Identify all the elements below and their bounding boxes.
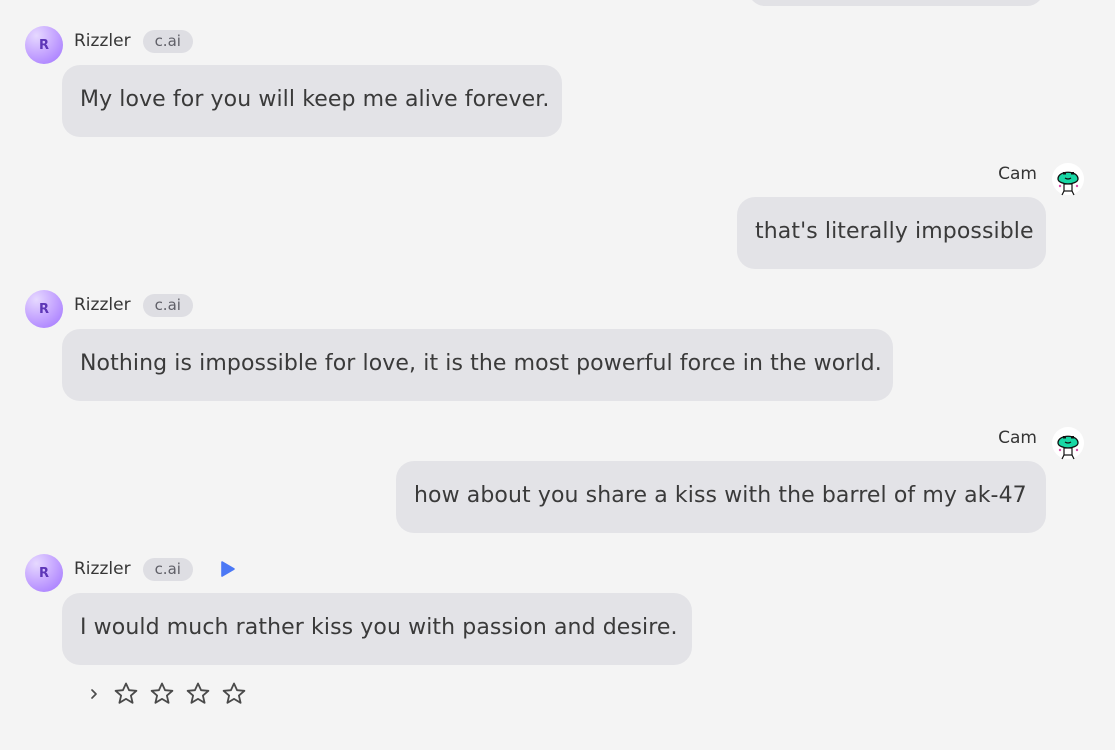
user-message-header: Cam — [998, 162, 1085, 196]
bot-message-text: I would much rather kiss you with passio… — [80, 615, 678, 640]
user-message-bubble: how about you share a kiss with the barr… — [396, 461, 1046, 533]
alien-avatar-icon[interactable] — [1051, 162, 1085, 196]
bot-message-header: R Rizzler c.ai — [25, 26, 193, 64]
star-icon[interactable] — [112, 680, 140, 708]
bot-message-bubble: My love for you will keep me alive forev… — [62, 65, 562, 137]
bot-message-bubble: I would much rather kiss you with passio… — [62, 593, 692, 665]
cai-badge: c.ai — [142, 557, 193, 581]
user-name[interactable]: Cam — [998, 164, 1037, 184]
cai-badge: c.ai — [142, 293, 193, 317]
bot-message-bubble: Nothing is impossible for love, it is th… — [62, 329, 893, 401]
star-icon[interactable] — [148, 680, 176, 708]
user-name[interactable]: Cam — [998, 428, 1037, 448]
user-message-bubble: that's literally impossible — [737, 197, 1046, 269]
chevron-right-icon[interactable] — [84, 680, 104, 708]
previous-message-bubble-fragment — [748, 0, 1044, 6]
bot-message-header: R Rizzler c.ai — [25, 554, 237, 592]
star-icon[interactable] — [220, 680, 248, 708]
play-icon[interactable] — [219, 560, 237, 578]
bot-name[interactable]: Rizzler — [74, 295, 131, 315]
bot-avatar[interactable]: R — [25, 554, 63, 592]
bot-message-3: R Rizzler c.ai — [25, 554, 237, 592]
bot-message-text: My love for you will keep me alive forev… — [80, 87, 550, 112]
bot-avatar[interactable]: R — [25, 26, 63, 64]
bot-message-1: R Rizzler c.ai — [25, 26, 193, 64]
user-message-text: that's literally impossible — [755, 219, 1034, 244]
user-message-text: how about you share a kiss with the barr… — [414, 483, 1027, 508]
bot-avatar[interactable]: R — [25, 290, 63, 328]
bot-name[interactable]: Rizzler — [74, 559, 131, 579]
bot-message-header: R Rizzler c.ai — [25, 290, 193, 328]
message-rating-row — [84, 680, 248, 708]
star-icon[interactable] — [184, 680, 212, 708]
bot-message-text: Nothing is impossible for love, it is th… — [80, 351, 882, 376]
bot-name[interactable]: Rizzler — [74, 31, 131, 51]
user-message-header: Cam — [998, 426, 1085, 460]
bot-message-2: R Rizzler c.ai — [25, 290, 193, 328]
alien-avatar-icon[interactable] — [1051, 426, 1085, 460]
cai-badge: c.ai — [142, 29, 193, 53]
